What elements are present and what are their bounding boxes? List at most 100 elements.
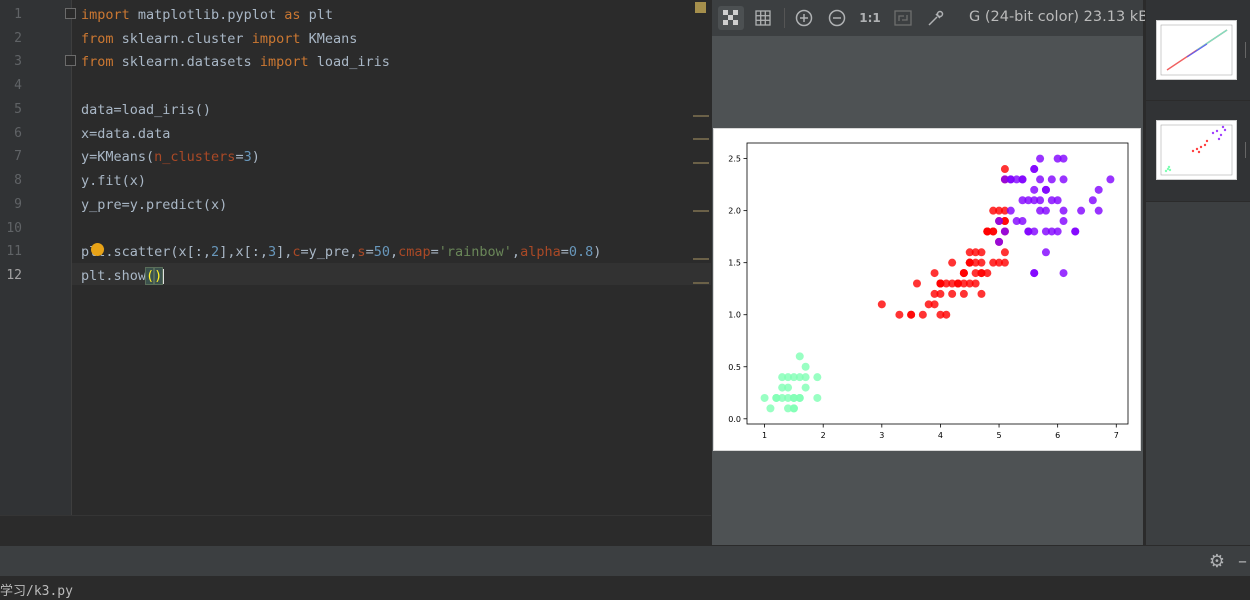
scatter-point bbox=[1036, 154, 1045, 163]
y-tick-label: 1.0 bbox=[728, 311, 741, 320]
chessboard-background-icon[interactable] bbox=[718, 6, 744, 30]
color-picker-icon[interactable] bbox=[923, 6, 949, 30]
zoom-in-icon[interactable] bbox=[791, 6, 817, 30]
scatter-point bbox=[907, 310, 916, 319]
scatter-point bbox=[1000, 165, 1009, 174]
scatter-point bbox=[1006, 206, 1015, 215]
viewer-toolbar: 1:1 G (24-bit color) 23.13 kB bbox=[712, 0, 1148, 36]
scroll-warning-marker[interactable] bbox=[693, 162, 709, 164]
scatter-point bbox=[1059, 217, 1068, 226]
thumbnail-item[interactable] bbox=[1146, 101, 1250, 202]
image-canvas[interactable]: 1 2 3 4 5 6 7 0.0 0.5 1.0 1.5 2.0 2.5 bbox=[712, 36, 1143, 545]
scatter-point bbox=[977, 258, 986, 267]
thumbnail-edge-icon bbox=[1245, 142, 1250, 158]
code-line-2: from sklearn.cluster import KMeans bbox=[81, 31, 358, 47]
line-number: 1 bbox=[14, 7, 22, 22]
scatter-point bbox=[1059, 154, 1068, 163]
y-tick-label: 2.5 bbox=[728, 155, 741, 164]
scatter-point bbox=[1094, 206, 1103, 215]
grid-icon[interactable] bbox=[750, 6, 776, 30]
thumbnail-item[interactable] bbox=[1146, 0, 1250, 101]
y-tick-label: 1.5 bbox=[728, 259, 741, 268]
scatter-point bbox=[959, 269, 968, 278]
scatter-point bbox=[1024, 227, 1033, 236]
fold-marker-icon[interactable] bbox=[65, 8, 76, 19]
scatter-point bbox=[948, 289, 957, 298]
scatter-point bbox=[1018, 196, 1027, 205]
code-line-7: y=KMeans(n_clusters=3) bbox=[81, 149, 260, 165]
x-tick-label: 5 bbox=[996, 431, 1001, 440]
file-path: 学习/k3.py bbox=[0, 584, 73, 599]
scatter-point bbox=[971, 248, 980, 257]
thumbnail-edge-icon bbox=[1245, 42, 1250, 58]
scatter-point bbox=[795, 352, 804, 361]
y-tick-label: 0.5 bbox=[728, 363, 741, 372]
scatter-point bbox=[784, 373, 793, 382]
scatter-point bbox=[989, 227, 998, 236]
scatter-point bbox=[936, 289, 945, 298]
scatter-point bbox=[948, 258, 957, 267]
intention-bulb-icon[interactable] bbox=[91, 243, 104, 256]
scroll-warning-marker[interactable] bbox=[693, 138, 709, 140]
scatter-point bbox=[1106, 175, 1115, 184]
scatter-point bbox=[760, 393, 769, 402]
code-line-11: plt.scatter(x[:,2],x[:,3],c=y_pre,s=50,c… bbox=[81, 244, 602, 260]
code-line-3: from sklearn.datasets import load_iris bbox=[81, 54, 390, 70]
scroll-warning-marker[interactable] bbox=[693, 258, 709, 260]
scatter-chart: 1 2 3 4 5 6 7 0.0 0.5 1.0 1.5 2.0 2.5 bbox=[728, 142, 1129, 440]
scatter-point bbox=[965, 258, 974, 267]
scatter-point bbox=[795, 393, 804, 402]
scatter-point bbox=[1030, 196, 1039, 205]
line-number: 5 bbox=[14, 102, 22, 117]
line-number-gutter: 1 2 3 4 5 6 7 8 9 10 11 12 bbox=[0, 0, 72, 515]
code-editor[interactable]: 1 2 3 4 5 6 7 8 9 10 11 12 import matplo… bbox=[0, 0, 711, 515]
scatter-point bbox=[766, 404, 775, 413]
scatter-point bbox=[936, 279, 945, 288]
gear-icon[interactable]: ⚙ bbox=[1207, 552, 1227, 572]
scatter-point bbox=[813, 373, 822, 382]
scatter-point bbox=[813, 393, 822, 402]
y-tick-label: 0.0 bbox=[728, 415, 741, 424]
scatter-point bbox=[1041, 185, 1050, 194]
scatter-point bbox=[1000, 258, 1009, 267]
x-tick-label: 2 bbox=[821, 431, 826, 440]
x-tick-label: 7 bbox=[1114, 431, 1119, 440]
scatter-point bbox=[895, 310, 904, 319]
scatter-point bbox=[912, 279, 921, 288]
scatter-point bbox=[983, 269, 992, 278]
zoom-out-icon[interactable] bbox=[824, 6, 850, 30]
actual-size-button[interactable]: 1:1 bbox=[857, 6, 883, 30]
scatter-point bbox=[924, 300, 933, 309]
code-line-8: y.fit(x) bbox=[81, 173, 147, 189]
scatter-point bbox=[1088, 196, 1097, 205]
scatter-point bbox=[789, 404, 798, 413]
fit-zoom-icon[interactable] bbox=[890, 6, 916, 30]
scatter-point bbox=[995, 237, 1004, 246]
scatter-point bbox=[1030, 185, 1039, 194]
scatter-point bbox=[778, 383, 787, 392]
line-number: 6 bbox=[14, 126, 22, 141]
scroll-warning-marker[interactable] bbox=[693, 282, 709, 284]
inspection-status-icon[interactable] bbox=[695, 2, 706, 13]
fold-marker-icon[interactable] bbox=[65, 55, 76, 66]
x-tick-label: 3 bbox=[879, 431, 884, 440]
current-line-highlight bbox=[72, 263, 711, 285]
file-path-bar: 学习/k3.py bbox=[0, 576, 1250, 600]
x-tick-label: 4 bbox=[938, 431, 943, 440]
line-number: 3 bbox=[14, 54, 22, 69]
x-tick-label: 6 bbox=[1055, 431, 1060, 440]
line-number: 8 bbox=[14, 173, 22, 188]
minimize-icon[interactable]: – bbox=[1238, 551, 1247, 572]
scatter-point bbox=[954, 279, 963, 288]
image-info-label: G (24-bit color) 23.13 kB bbox=[969, 9, 1149, 25]
scatter-point bbox=[795, 373, 804, 382]
scatter-point bbox=[1053, 196, 1062, 205]
scroll-warning-marker[interactable] bbox=[693, 210, 709, 212]
code-line-6: x=data.data bbox=[81, 126, 171, 142]
scatter-point bbox=[1030, 269, 1039, 278]
scroll-warning-marker[interactable] bbox=[693, 115, 709, 117]
text-caret bbox=[162, 268, 165, 284]
scatter-point bbox=[801, 362, 810, 371]
scatter-point bbox=[971, 279, 980, 288]
thumbnail-preview-linear bbox=[1156, 20, 1237, 80]
